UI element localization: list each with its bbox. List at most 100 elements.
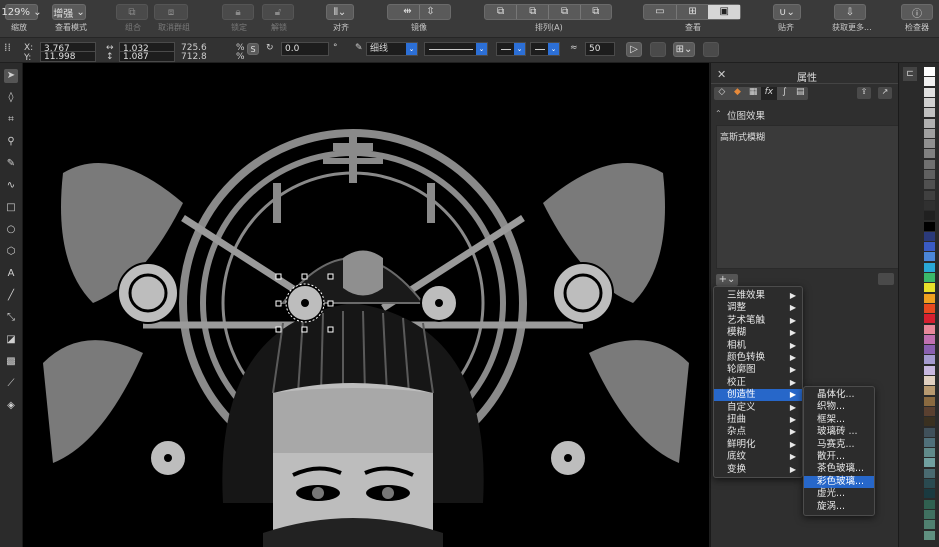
color-swatch[interactable] [924,159,935,169]
color-swatch[interactable] [924,108,935,118]
wrap-button[interactable] [650,42,666,57]
color-swatch[interactable] [924,396,935,406]
rectangle-tool-icon[interactable]: □ [4,201,18,215]
effects-menu-item[interactable]: 艺术笔触 ▶ [714,315,802,327]
fill-tool-icon[interactable]: ◈ [4,399,18,413]
shadow-tool-icon[interactable]: ◪ [4,333,18,347]
creative-menu-item[interactable]: 织物... [804,401,874,413]
effect-item[interactable]: 高斯式模糊 [720,130,765,143]
polygon-tool-icon[interactable]: ⬡ [4,245,18,259]
color-swatch[interactable] [924,303,935,313]
shape-tool-icon[interactable]: ◊ [4,91,18,105]
curve-tab-icon[interactable]: ∫ [777,87,793,100]
path-button[interactable]: ▷ [626,42,642,57]
effects-menu-item[interactable]: 轮廓图 ▶ [714,364,802,376]
color-swatch[interactable] [924,262,935,272]
color-swatch[interactable] [924,170,935,179]
color-swatch[interactable] [924,376,935,385]
pick-tool-icon[interactable]: ➤ [4,69,18,83]
effects-menu-item[interactable]: 鲜明化 ▶ [714,439,802,451]
color-swatch[interactable] [924,293,935,303]
mirror-vertical-icon[interactable]: ⇳ [418,5,442,19]
color-swatch[interactable] [924,386,935,396]
color-swatch[interactable] [924,499,935,509]
drawing-canvas[interactable] [23,63,709,547]
color-swatch[interactable] [924,417,935,427]
snap-button[interactable]: ∪⌄ [773,4,801,20]
align-button[interactable]: ⫴⌄ [326,4,354,20]
effects-menu-item[interactable]: 杂点 ▶ [714,426,802,438]
color-swatch[interactable] [924,242,935,252]
color-swatch[interactable] [924,458,935,468]
transparency-tab-icon[interactable]: ▦ [745,87,761,100]
creative-menu-item[interactable]: 晶体化... [804,389,874,401]
color-swatch[interactable] [924,406,935,416]
effects-menu-item[interactable]: 三维效果 ▶ [714,290,802,302]
outline-width-dropdown[interactable]: 细线 ⌄ [366,42,418,56]
zoom-tool-icon[interactable]: ⚲ [4,135,18,149]
lock-button[interactable]: 🔒︎ [222,4,254,20]
creative-menu-item[interactable]: 旋涡... [804,501,874,513]
color-swatch[interactable] [924,252,935,262]
end-arrow-dropdown[interactable]: ⌄ [530,42,560,56]
view-enhanced-icon[interactable]: ▣ [708,5,741,19]
color-swatch[interactable] [924,180,935,190]
fill-tab-icon[interactable]: ◆ [730,87,746,100]
creative-menu-item[interactable]: 彩色玻璃... [804,475,874,488]
effects-menu-item[interactable]: 扭曲 ▶ [714,414,802,426]
effects-menu-item[interactable]: 变换 ▶ [714,464,802,476]
ellipse-tool-icon[interactable]: ○ [4,223,18,237]
smoothing-field[interactable]: 50 [585,42,615,56]
export-icon[interactable]: ⇪ [857,87,871,99]
color-swatch[interactable] [924,314,935,324]
effects-menu-item[interactable]: 创造性 ▶ [714,389,802,402]
color-swatch[interactable] [924,118,935,128]
rotation-field[interactable]: 0.0 [281,42,329,56]
effects-menu-item[interactable]: 相机 ▶ [714,340,802,352]
zoom-dropdown[interactable]: 129% ⌄ [1,4,42,20]
effects-menu-item[interactable]: 校正 ▶ [714,377,802,389]
collapse-icon[interactable]: ⌃ [715,109,722,118]
inspector-button[interactable]: ⓘ [901,4,933,20]
text-tool-icon[interactable]: A [4,267,18,281]
color-swatch[interactable] [924,97,935,107]
color-swatch[interactable] [924,324,935,334]
effects-menu-item[interactable]: 底纹 ▶ [714,451,802,463]
color-swatch[interactable] [924,273,935,282]
color-swatch[interactable] [924,283,935,293]
color-swatch[interactable] [924,345,935,355]
summary-tab-icon[interactable]: ▤ [792,87,808,100]
freehand-tool-icon[interactable]: ✎ [4,157,18,171]
color-swatch[interactable] [924,334,935,344]
properties-docker-icon[interactable]: ⊏ [903,67,917,81]
color-swatch[interactable] [924,190,935,200]
color-swatch[interactable] [924,509,935,519]
remove-effect-button[interactable] [878,273,894,285]
effects-tab-icon[interactable]: fx [761,87,777,100]
color-swatch[interactable] [924,77,935,87]
effects-menu-item[interactable]: 调整 ▶ [714,302,802,314]
line-tool-icon[interactable]: ╱ [4,289,18,303]
connector-tool-icon[interactable]: ⤡ [4,311,18,325]
color-swatch[interactable] [924,427,935,437]
height-field[interactable]: 1.087 [119,51,175,62]
color-swatch[interactable] [924,448,935,458]
bezier-tool-icon[interactable]: ∿ [4,179,18,193]
unlock-button[interactable]: 🔓︎ [262,4,294,20]
color-swatch[interactable] [924,200,935,210]
creative-menu-item[interactable]: 马赛克... [804,439,874,451]
start-arrow-dropdown[interactable]: ⌄ [496,42,526,56]
view-wireframe-icon[interactable]: ▭ [644,5,676,19]
color-swatch[interactable] [924,520,935,530]
color-swatch[interactable] [924,149,935,159]
eyedropper-tool-icon[interactable]: ⟋ [4,377,18,391]
creative-menu-item[interactable]: 散开... [804,451,874,463]
creative-menu-item[interactable]: 茶色玻璃... [804,463,874,475]
effects-menu-item[interactable]: 自定义 ▶ [714,402,802,414]
color-swatch[interactable] [924,87,935,97]
arrange-backward-icon[interactable]: ⧉ [548,5,579,19]
position-dropdown[interactable]: ⊞⌄ [673,42,695,57]
view-mode-dropdown[interactable]: 增强 ⌄ [52,4,86,20]
reference-point-icon[interactable]: ⁞⁞ [4,41,19,56]
color-swatch[interactable] [924,139,935,149]
